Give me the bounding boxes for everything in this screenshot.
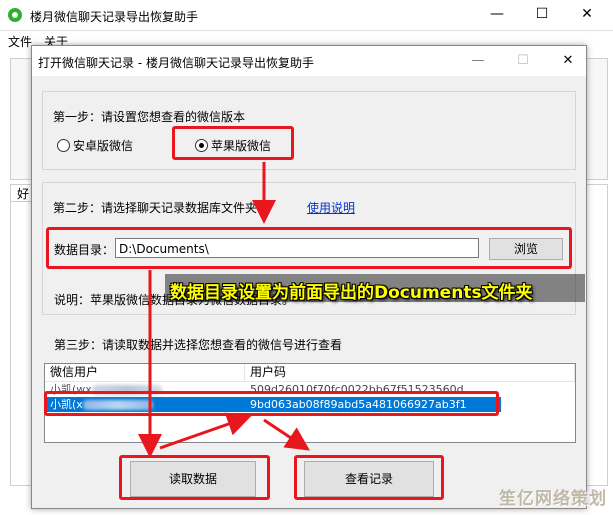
dialog-maximize-button: ☐ [517,53,529,68]
watermark: 笙亿网络策划 [499,489,607,509]
minimize-button[interactable]: — [486,4,508,24]
highlight-selected-row [44,391,499,416]
close-button[interactable]: ✕ [576,4,598,24]
step2-label: 第二步：请选择聊天记录数据库文件夹 [53,201,258,215]
account-list-header: 微信用户 用户码 [45,364,575,382]
highlight-read-button [119,455,270,500]
menu-file[interactable]: 文件 [8,33,32,50]
help-link[interactable]: 使用说明 [307,199,355,216]
col-wechat-user[interactable]: 微信用户 [45,364,245,381]
highlight-ios-option [172,126,294,160]
highlight-view-button [294,455,444,500]
step1-label: 第一步：请设置您想查看的微信版本 [53,110,246,124]
dialog-close-button[interactable]: ✕ [557,51,579,71]
dialog-minimize-button[interactable]: — [467,51,489,71]
dialog-title: 打开微信聊天记录 - 楼月微信聊天记录导出恢复助手 [38,56,314,70]
wechat-app-icon [8,8,22,22]
step3-label: 第三步：请读取数据并选择您想查看的微信号进行查看 [54,338,343,352]
android-radio-label[interactable]: 安卓版微信 [73,137,133,154]
main-window-title: 楼月微信聊天记录导出恢复助手 [30,10,199,24]
step1-group: 第一步：请设置您想查看的微信版本 安卓版微信 苹果版微信 [42,91,576,170]
dialog-title-bar: 打开微信聊天记录 - 楼月微信聊天记录导出恢复助手 — ☐ ✕ [32,46,586,76]
maximize-button[interactable]: ☐ [531,4,553,24]
android-radio[interactable] [57,139,70,152]
col-user-code[interactable]: 用户码 [245,364,575,381]
main-title-bar: 楼月微信聊天记录导出恢复助手 — ☐ ✕ [0,0,613,31]
highlight-data-dir-row [46,227,572,269]
overlay-caption: 数据目录设置为前面导出的Documents文件夹 [170,283,533,303]
